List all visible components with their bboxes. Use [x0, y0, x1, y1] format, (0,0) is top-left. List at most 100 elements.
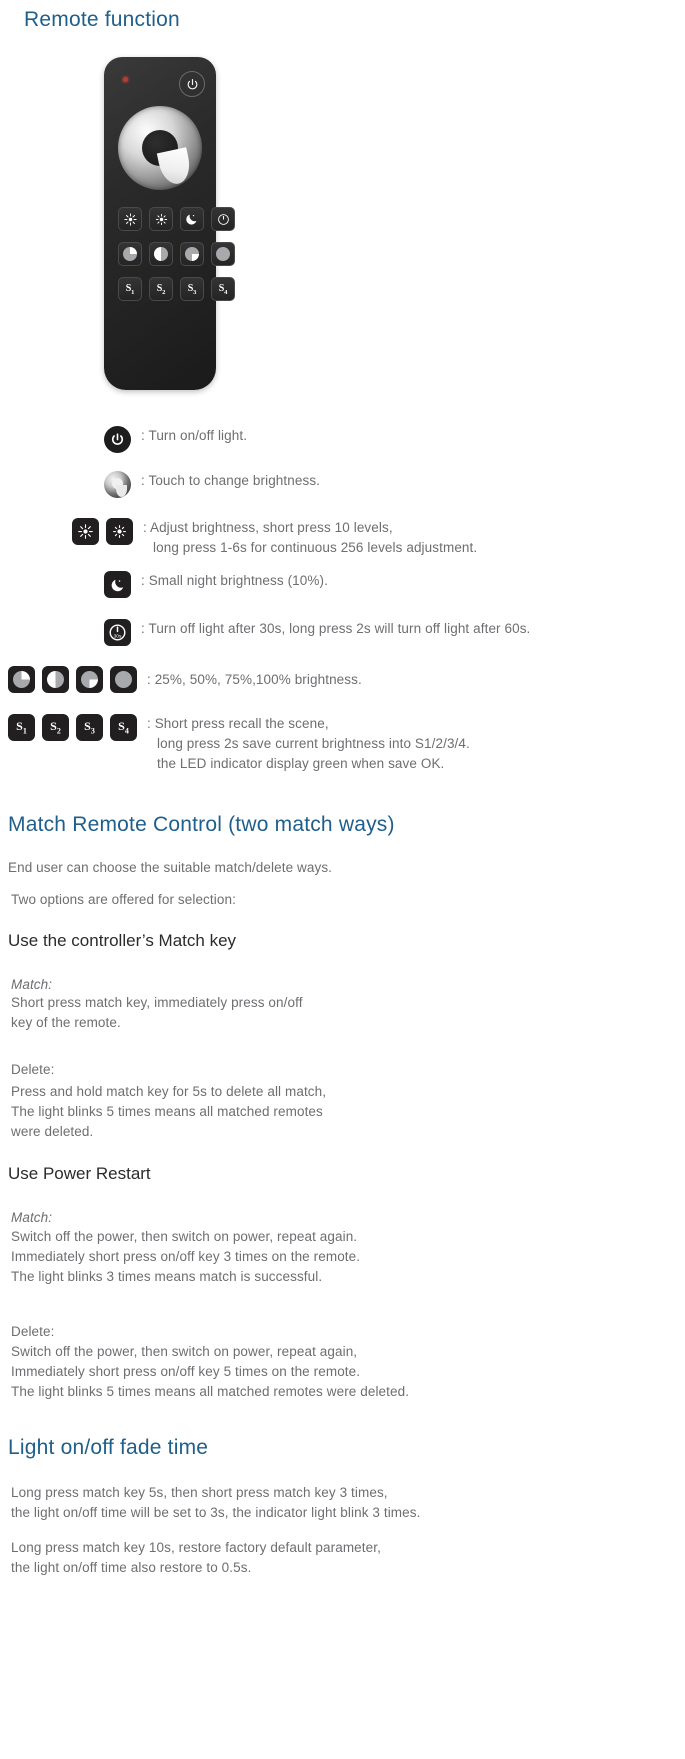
- legend-line: Touch to change brightness.: [148, 473, 321, 488]
- legend-text: : Turn off light after 30s, long press 2…: [141, 621, 531, 636]
- power-icon: [186, 78, 199, 91]
- legend-line: Turn on/off light.: [148, 428, 248, 443]
- scene-s3-icon: S3: [76, 714, 103, 741]
- device-preset-100-button[interactable]: [211, 242, 235, 266]
- legend-item-power: : Turn on/off light.: [104, 426, 247, 453]
- legend-line: Small night brightness (10%).: [148, 573, 328, 588]
- legend-icons: 30s: [104, 619, 131, 646]
- svg-text:30s: 30s: [114, 633, 122, 639]
- device-power-button[interactable]: [179, 71, 205, 97]
- page-title: Remote function: [24, 8, 180, 31]
- device-preset-25-button[interactable]: [118, 242, 142, 266]
- scene-s1-icon: S1: [8, 714, 35, 741]
- option1-heading: Use the controller’s Match key: [8, 931, 237, 950]
- scene-s1-label: S1: [125, 282, 135, 296]
- power-timer-icon: [217, 213, 230, 226]
- option2-delete-line-1: Switch off the power, then switch on pow…: [11, 1344, 358, 1359]
- brightness-down-icon: [106, 518, 133, 545]
- device-preset-75-button[interactable]: [180, 242, 204, 266]
- device-scene-s1-button[interactable]: S1: [118, 277, 142, 301]
- option2-delete-line-2: Immediately short press on/off key 5 tim…: [11, 1364, 361, 1379]
- pie-75-icon: [76, 666, 103, 693]
- device-button-row-2: [118, 242, 235, 266]
- legend-item-scenes: S1 S2 S3 S4 : Short press recall the sce…: [8, 714, 470, 774]
- legend-item-night-mode: : Small night brightness (10%).: [104, 571, 328, 598]
- remote-device-illustration: S1 S2 S3 S4: [104, 57, 235, 390]
- device-brightness-down-button[interactable]: [149, 207, 173, 231]
- legend-line: Short press recall the scene,: [154, 716, 329, 731]
- option2-delete-line-3: The light blinks 5 times means all match…: [11, 1384, 410, 1399]
- option2-match-line-2: Immediately short press on/off key 3 tim…: [11, 1249, 361, 1264]
- pie-25-icon: [123, 247, 137, 261]
- scene-s4-icon: S4: [110, 714, 137, 741]
- legend-text: : 25%, 50%, 75%,100% brightness.: [147, 672, 362, 687]
- fade-para1-line-2: the light on/off time will be set to 3s,…: [11, 1505, 421, 1520]
- fade-para2-line-1: Long press match key 10s, restore factor…: [11, 1540, 381, 1555]
- touch-wheel-icon: [104, 471, 131, 498]
- option2-delete-label: Delete:: [11, 1324, 55, 1339]
- legend-icons: S1 S2 S3 S4: [8, 714, 137, 741]
- option1-match-label: Match:: [11, 977, 53, 992]
- fade-para2-line-2: the light on/off time also restore to 0.…: [11, 1560, 252, 1575]
- match-section-title: Match Remote Control (two match ways): [8, 813, 395, 836]
- device-preset-50-button[interactable]: [149, 242, 173, 266]
- pie-100-icon: [216, 247, 230, 261]
- legend-text: : Adjust brightness, short press 10 leve…: [143, 520, 478, 555]
- manual-page: Remote function S1 S2 S3 S4: Turn on/of…: [0, 0, 685, 1759]
- pie-50-icon: [154, 247, 168, 261]
- device-scene-s2-button[interactable]: S2: [149, 277, 173, 301]
- legend-line: the LED indicator display green when sav…: [157, 756, 445, 771]
- legend-icons: [104, 471, 131, 498]
- brightness-up-icon: [123, 212, 137, 226]
- legend-item-touch-wheel: : Touch to change brightness.: [104, 471, 320, 498]
- brightness-up-icon: [72, 518, 99, 545]
- device-night-mode-button[interactable]: [180, 207, 204, 231]
- device-touch-wheel[interactable]: [118, 106, 202, 190]
- legend-line: Adjust brightness, short press 10 levels…: [149, 520, 393, 535]
- legend-text: : Touch to change brightness.: [141, 473, 321, 488]
- legend-icons: [104, 571, 131, 598]
- legend-line: Turn off light after 30s, long press 2s …: [148, 621, 531, 636]
- device-scene-s4-button[interactable]: S4: [211, 277, 235, 301]
- option2-match-line-3: The light blinks 3 times means match is …: [11, 1269, 323, 1284]
- option2-match-label: Match:: [11, 1210, 53, 1225]
- power-timer-icon: 30s: [104, 619, 131, 646]
- legend-item-brightness-presets: : 25%, 50%, 75%,100% brightness.: [8, 666, 362, 693]
- legend-text: : Small night brightness (10%).: [141, 573, 328, 588]
- scene-s2-icon: S2: [42, 714, 69, 741]
- option2-heading: Use Power Restart: [8, 1164, 151, 1183]
- option1-match-line-2: key of the remote.: [11, 1015, 121, 1030]
- legend-icons: [72, 518, 133, 545]
- option1-delete-line-3: were deleted.: [11, 1124, 94, 1139]
- moon-icon: [185, 212, 199, 226]
- scene-s4-label: S4: [218, 282, 228, 296]
- pie-50-icon: [42, 666, 69, 693]
- option1-delete-label: Delete:: [11, 1062, 55, 1077]
- match-intro-line-1: End user can choose the suitable match/d…: [8, 860, 333, 875]
- match-intro-line-2: Two options are offered for selection:: [11, 892, 236, 907]
- legend-icons: [8, 666, 137, 693]
- scene-s2-label: S2: [156, 282, 166, 296]
- legend-text: : Short press recall the scene, long pre…: [147, 716, 470, 771]
- scene-s3-label: S3: [187, 282, 197, 296]
- moon-icon: [104, 571, 131, 598]
- legend-line: 25%, 50%, 75%,100% brightness.: [154, 672, 362, 687]
- legend-item-power-timer: 30s : Turn off light after 30s, long pre…: [104, 619, 530, 646]
- option2-match-line-1: Switch off the power, then switch on pow…: [11, 1229, 358, 1244]
- device-button-row-3: S1 S2 S3 S4: [118, 277, 235, 301]
- device-brightness-up-button[interactable]: [118, 207, 142, 231]
- power-icon: [104, 426, 131, 453]
- device-scene-s3-button[interactable]: S3: [180, 277, 204, 301]
- fade-section-title: Light on/off fade time: [8, 1436, 209, 1459]
- fade-para1-line-1: Long press match key 5s, then short pres…: [11, 1485, 388, 1500]
- device-button-row-1: [118, 207, 235, 231]
- legend-line: long press 2s save current brightness in…: [157, 736, 470, 751]
- legend-line: long press 1-6s for continuous 256 level…: [153, 540, 478, 555]
- option1-match-line-1: Short press match key, immediately press…: [11, 995, 303, 1010]
- brightness-down-icon: [155, 213, 168, 226]
- pie-75-icon: [185, 247, 199, 261]
- device-power-timer-button[interactable]: [211, 207, 235, 231]
- led-indicator-icon: [123, 77, 128, 82]
- legend-text: : Turn on/off light.: [141, 428, 248, 443]
- option1-delete-line-2: The light blinks 5 times means all match…: [11, 1104, 323, 1119]
